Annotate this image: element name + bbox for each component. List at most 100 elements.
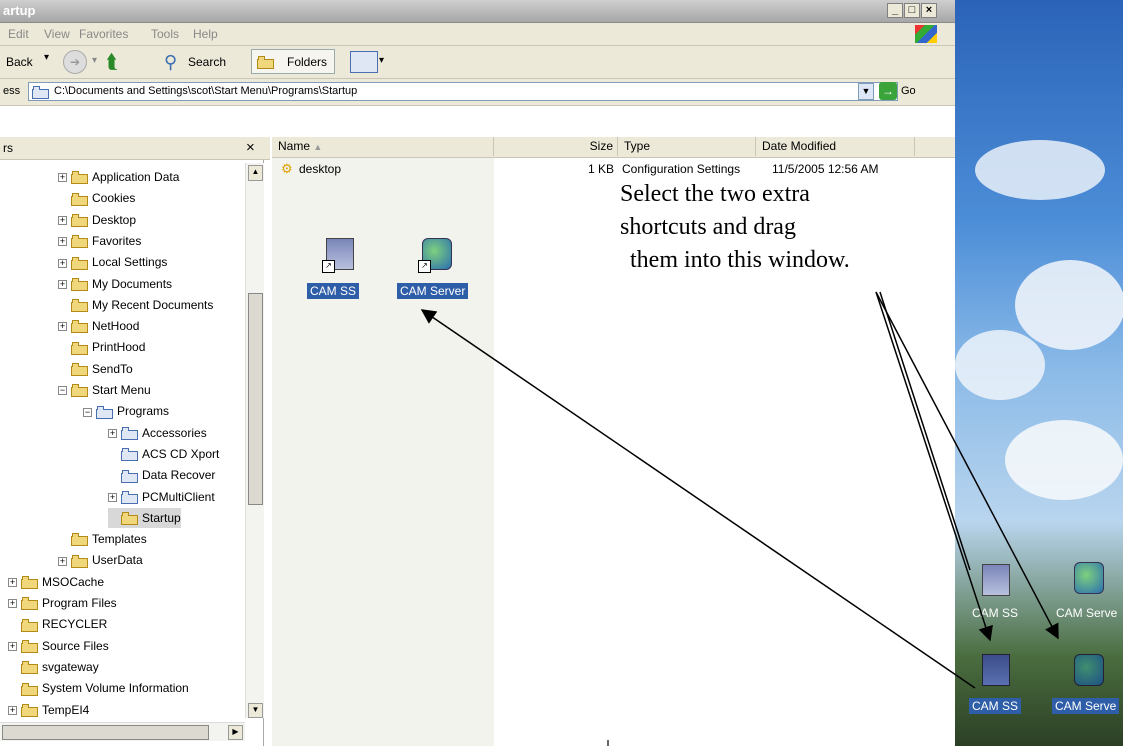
close-button[interactable]: × [921, 3, 937, 18]
cam-server-shortcut-icon[interactable]: ↗ [416, 234, 460, 274]
maximize-button[interactable]: □ [904, 3, 920, 18]
expand-toggle-icon[interactable]: − [83, 407, 92, 417]
folder-icon [71, 192, 88, 206]
tree-item[interactable]: System Volume Information [8, 678, 189, 698]
column-name[interactable]: Name ▲ [272, 137, 494, 156]
menu-edit[interactable]: Edit [8, 27, 29, 41]
tree-item[interactable]: + Favorites [58, 231, 141, 251]
expand-toggle-icon[interactable]: + [108, 492, 117, 502]
cam-ss-shortcut-icon[interactable]: ↗ [320, 234, 364, 274]
tree-item[interactable]: + Desktop [58, 210, 136, 230]
scroll-down-icon[interactable]: ▼ [248, 703, 263, 718]
menu-help[interactable]: Help [193, 27, 218, 41]
tree-item[interactable]: + My Documents [58, 274, 172, 294]
expand-toggle-icon[interactable]: + [58, 556, 67, 566]
tree-item[interactable]: + Accessories [108, 423, 207, 443]
expand-toggle-icon[interactable]: + [58, 237, 67, 247]
tree-item[interactable]: Data Recover [108, 465, 215, 485]
pane-close-icon[interactable]: × [246, 139, 255, 156]
menu-bar: Edit View Favorites Tools Help [0, 23, 955, 46]
tree-item-label: My Documents [92, 276, 173, 291]
column-date[interactable]: Date Modified [756, 137, 915, 156]
desktop-cam-server-top-label[interactable]: CAM Serve [1056, 606, 1117, 620]
scroll-thumb[interactable] [248, 293, 263, 505]
tree-item[interactable]: PrintHood [58, 337, 145, 357]
expand-toggle-icon[interactable]: + [58, 279, 67, 289]
tree-item[interactable]: + Application Data [58, 167, 179, 187]
column-size[interactable]: Size [494, 137, 618, 156]
go-button[interactable]: Go [901, 85, 916, 97]
views-button[interactable] [350, 51, 378, 73]
desktop-cam-ss-bottom-icon[interactable] [976, 652, 1016, 690]
expand-toggle-icon[interactable]: + [108, 428, 117, 438]
tree-item[interactable]: + Source Files [8, 636, 109, 656]
h-scroll-thumb[interactable] [2, 725, 209, 740]
menu-view[interactable]: View [44, 27, 70, 41]
desktop-cam-ss-bottom-label[interactable]: CAM SS [969, 698, 1022, 714]
tree-item[interactable]: My Recent Documents [58, 295, 213, 315]
tree-item-label: Desktop [92, 212, 137, 227]
expand-toggle-icon[interactable]: − [58, 386, 67, 396]
tree-item-label: MSOCache [42, 574, 105, 589]
column-type[interactable]: Type [618, 137, 756, 156]
folders-button[interactable]: Folders [251, 49, 335, 74]
expand-toggle-icon[interactable]: + [58, 322, 67, 332]
scroll-right-icon[interactable]: ▶ [228, 725, 243, 740]
expand-toggle-icon[interactable]: + [58, 215, 67, 225]
cam-server-label[interactable]: CAM Server [397, 283, 469, 299]
desktop-cam-server-bottom-icon[interactable] [1068, 652, 1108, 690]
tree-item[interactable]: + Local Settings [58, 252, 167, 272]
back-dropdown-icon[interactable]: ▾ [44, 52, 49, 63]
desktop-cam-ss-top-label[interactable]: CAM SS [972, 606, 1018, 620]
back-button[interactable]: Back [6, 55, 33, 69]
address-label: ess [3, 85, 21, 97]
tree-item[interactable]: + MSOCache [8, 572, 104, 592]
forward-dropdown-icon[interactable]: ▾ [92, 55, 97, 66]
minimize-button[interactable]: _ [887, 3, 903, 18]
tree-vertical-scrollbar[interactable]: ▲ ▼ [245, 163, 264, 718]
folders-pane-title: rs [3, 141, 13, 155]
menu-favorites[interactable]: Favorites [79, 27, 128, 41]
expand-toggle-icon[interactable]: + [58, 173, 67, 183]
tree-item[interactable]: Templates [58, 529, 147, 549]
address-dropdown-icon[interactable]: ▼ [858, 83, 874, 100]
expand-toggle-icon[interactable]: + [8, 578, 17, 588]
tree-item[interactable]: − Programs [83, 401, 169, 421]
desktop-cam-ss-top-icon[interactable] [976, 562, 1016, 600]
search-button[interactable]: ⚲ Search [158, 50, 246, 74]
go-arrow-icon[interactable]: → [879, 82, 897, 100]
tree-item[interactable]: + Program Files [8, 593, 117, 613]
tree-item[interactable]: RECYCLER [8, 614, 107, 634]
address-field[interactable]: C:\Documents and Settings\scot\Start Men… [28, 82, 898, 101]
expand-toggle-icon[interactable]: + [8, 599, 17, 609]
tree-item-label: Application Data [92, 170, 180, 184]
expand-toggle-icon[interactable]: + [8, 641, 17, 651]
tree-item[interactable]: + UserData [58, 550, 143, 570]
forward-button-icon[interactable]: ➔ [63, 50, 87, 74]
tree-item-label: Startup [142, 510, 181, 525]
scroll-up-icon[interactable]: ▲ [248, 165, 263, 181]
desktop-cam-server-top-icon[interactable] [1068, 560, 1108, 598]
tree-item[interactable]: + TempEI4 [8, 700, 89, 720]
file-size: 1 KB [587, 162, 614, 176]
tree-item[interactable]: Startup [108, 507, 181, 528]
views-dropdown-icon[interactable]: ▾ [379, 55, 384, 66]
tree-item[interactable]: SendTo [58, 359, 133, 379]
folder-icon [96, 405, 113, 419]
desktop-cam-server-bottom-label[interactable]: CAM Serve [1052, 698, 1120, 714]
tree-item[interactable]: + NetHood [58, 316, 139, 336]
folder-icon [21, 703, 38, 717]
tree-item[interactable]: svgateway [8, 657, 99, 677]
expand-toggle-icon[interactable]: + [58, 258, 67, 268]
tree-item[interactable]: Cookies [58, 188, 135, 208]
instruction-text: Select the two extra shortcuts and drag … [600, 178, 850, 277]
tree-item[interactable]: − Start Menu [58, 380, 151, 400]
expand-toggle-icon[interactable]: + [8, 705, 17, 715]
menu-tools[interactable]: Tools [151, 27, 179, 41]
tree-item[interactable]: ACS CD Xport [108, 444, 219, 464]
tree-horizontal-scrollbar[interactable]: ▶ [0, 722, 245, 741]
tree-item[interactable]: + PCMultiClient [108, 487, 215, 507]
file-type: Configuration Settings [622, 162, 741, 176]
up-folder-icon[interactable]: ⮬ [106, 51, 128, 73]
cam-ss-label[interactable]: CAM SS [307, 283, 360, 299]
